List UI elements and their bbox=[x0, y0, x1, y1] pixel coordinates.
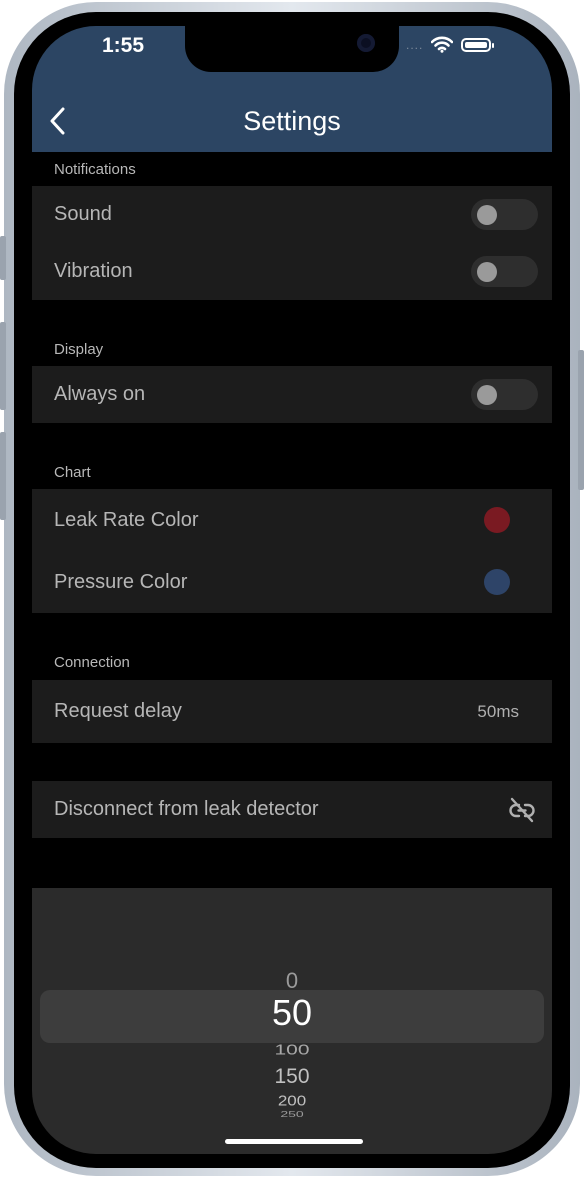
sound-toggle[interactable] bbox=[471, 199, 538, 230]
power-button bbox=[578, 350, 584, 490]
display-group: Always on bbox=[32, 366, 552, 423]
picker-option[interactable]: 150 bbox=[32, 1065, 552, 1089]
sound-row: Sound bbox=[32, 186, 552, 243]
pressure-color-swatch[interactable] bbox=[484, 569, 510, 595]
notch bbox=[185, 26, 399, 72]
picker-selected-option[interactable]: 50 bbox=[32, 992, 552, 1034]
wifi-icon bbox=[431, 36, 454, 53]
status-icons: .... bbox=[406, 36, 495, 53]
sound-label: Sound bbox=[54, 203, 112, 225]
vibration-label: Vibration bbox=[54, 260, 133, 282]
disconnect-row[interactable]: Disconnect from leak detector bbox=[32, 781, 552, 838]
picker-option[interactable]: 250 bbox=[32, 1109, 552, 1119]
request-delay-value: 50ms bbox=[477, 701, 519, 721]
vibration-row: Vibration bbox=[32, 243, 552, 300]
picker-option[interactable]: 0 bbox=[32, 968, 552, 994]
request-delay-row[interactable]: Request delay 50ms bbox=[32, 680, 552, 743]
connection-group: Request delay 50ms bbox=[32, 680, 552, 743]
leak-rate-color-swatch[interactable] bbox=[484, 507, 510, 533]
status-time: 1:55 bbox=[102, 34, 145, 57]
pressure-color-label: Pressure Color bbox=[54, 570, 188, 593]
camera-icon bbox=[357, 34, 375, 52]
always-on-row: Always on bbox=[32, 366, 552, 423]
signal-dots: .... bbox=[406, 37, 424, 52]
always-on-toggle[interactable] bbox=[471, 379, 538, 410]
toggle-knob bbox=[477, 385, 497, 405]
picker-option[interactable]: 100 bbox=[32, 1041, 552, 1058]
volume-up-button bbox=[0, 322, 6, 410]
section-display: Display bbox=[54, 341, 104, 358]
section-connection: Connection bbox=[54, 654, 130, 671]
silent-switch bbox=[0, 236, 6, 280]
section-chart: Chart bbox=[54, 464, 91, 481]
toggle-knob bbox=[477, 262, 497, 282]
page-title: Settings bbox=[243, 106, 341, 136]
delay-picker[interactable]: 0 50 100 150 200 250 bbox=[32, 888, 552, 1154]
pressure-color-row[interactable]: Pressure Color bbox=[32, 551, 552, 613]
link-off-icon bbox=[509, 797, 535, 822]
section-notifications: Notifications bbox=[54, 161, 136, 178]
leak-rate-color-label: Leak Rate Color bbox=[54, 508, 199, 531]
toggle-knob bbox=[477, 205, 497, 225]
notifications-group: Sound Vibration bbox=[32, 186, 552, 300]
home-indicator[interactable] bbox=[225, 1139, 363, 1144]
disconnect-group: Disconnect from leak detector bbox=[32, 781, 552, 838]
battery-icon bbox=[461, 37, 495, 52]
leak-rate-color-row[interactable]: Leak Rate Color bbox=[32, 489, 552, 551]
chart-group: Leak Rate Color Pressure Color bbox=[32, 489, 552, 613]
volume-down-button bbox=[0, 432, 6, 520]
picker-option[interactable]: 200 bbox=[32, 1093, 552, 1110]
vibration-toggle[interactable] bbox=[471, 256, 538, 287]
screen: 1:55 .... Settings Notifications Sound V… bbox=[32, 26, 552, 1154]
always-on-label: Always on bbox=[54, 383, 146, 405]
disconnect-label: Disconnect from leak detector bbox=[54, 798, 319, 820]
request-delay-label: Request delay bbox=[54, 700, 182, 722]
